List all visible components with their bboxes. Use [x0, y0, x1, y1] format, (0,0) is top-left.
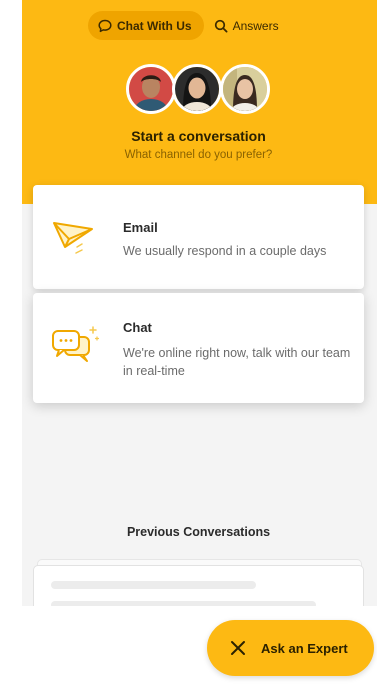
channel-card-email[interactable]: Email We usually respond in a couple day…	[33, 185, 364, 289]
channel-description: We usually respond in a couple days	[123, 244, 327, 258]
avatar	[126, 64, 176, 114]
ask-expert-label: Ask an Expert	[261, 640, 348, 656]
tab-chat-label: Chat With Us	[117, 18, 192, 33]
channel-card-chat[interactable]: Chat We're online right now, talk with o…	[33, 293, 364, 403]
tab-answers[interactable]: Answers	[204, 11, 291, 40]
loading-placeholder	[51, 601, 316, 606]
support-widget: Chat With Us Answers Start a conversatio…	[22, 0, 377, 606]
channel-title: Chat	[123, 320, 152, 335]
chat-bubble-icon	[98, 19, 112, 32]
conversation-card[interactable]	[33, 565, 364, 606]
header-subtitle: What channel do you prefer?	[124, 149, 273, 161]
header-title: Start a conversation	[131, 128, 266, 144]
agent-avatars	[126, 64, 272, 114]
close-icon	[231, 641, 245, 655]
chat-bubbles-icon	[49, 325, 101, 374]
channel-title: Email	[123, 220, 158, 235]
widget-tabs: Chat With Us Answers	[88, 11, 291, 40]
avatar	[220, 64, 270, 114]
channel-description: We're online right now, talk with our te…	[123, 346, 351, 378]
widget-header: Chat With Us Answers Start a conversatio…	[22, 0, 377, 204]
ask-expert-button[interactable]: Ask an Expert	[207, 620, 374, 676]
loading-placeholder	[51, 581, 256, 589]
avatar	[172, 64, 222, 114]
search-icon	[214, 19, 228, 33]
tab-answers-label: Answers	[232, 18, 279, 33]
paper-plane-icon	[49, 217, 101, 262]
tab-chat-with-us[interactable]: Chat With Us	[88, 11, 204, 40]
previous-conversations-title: Previous Conversations	[126, 525, 271, 539]
